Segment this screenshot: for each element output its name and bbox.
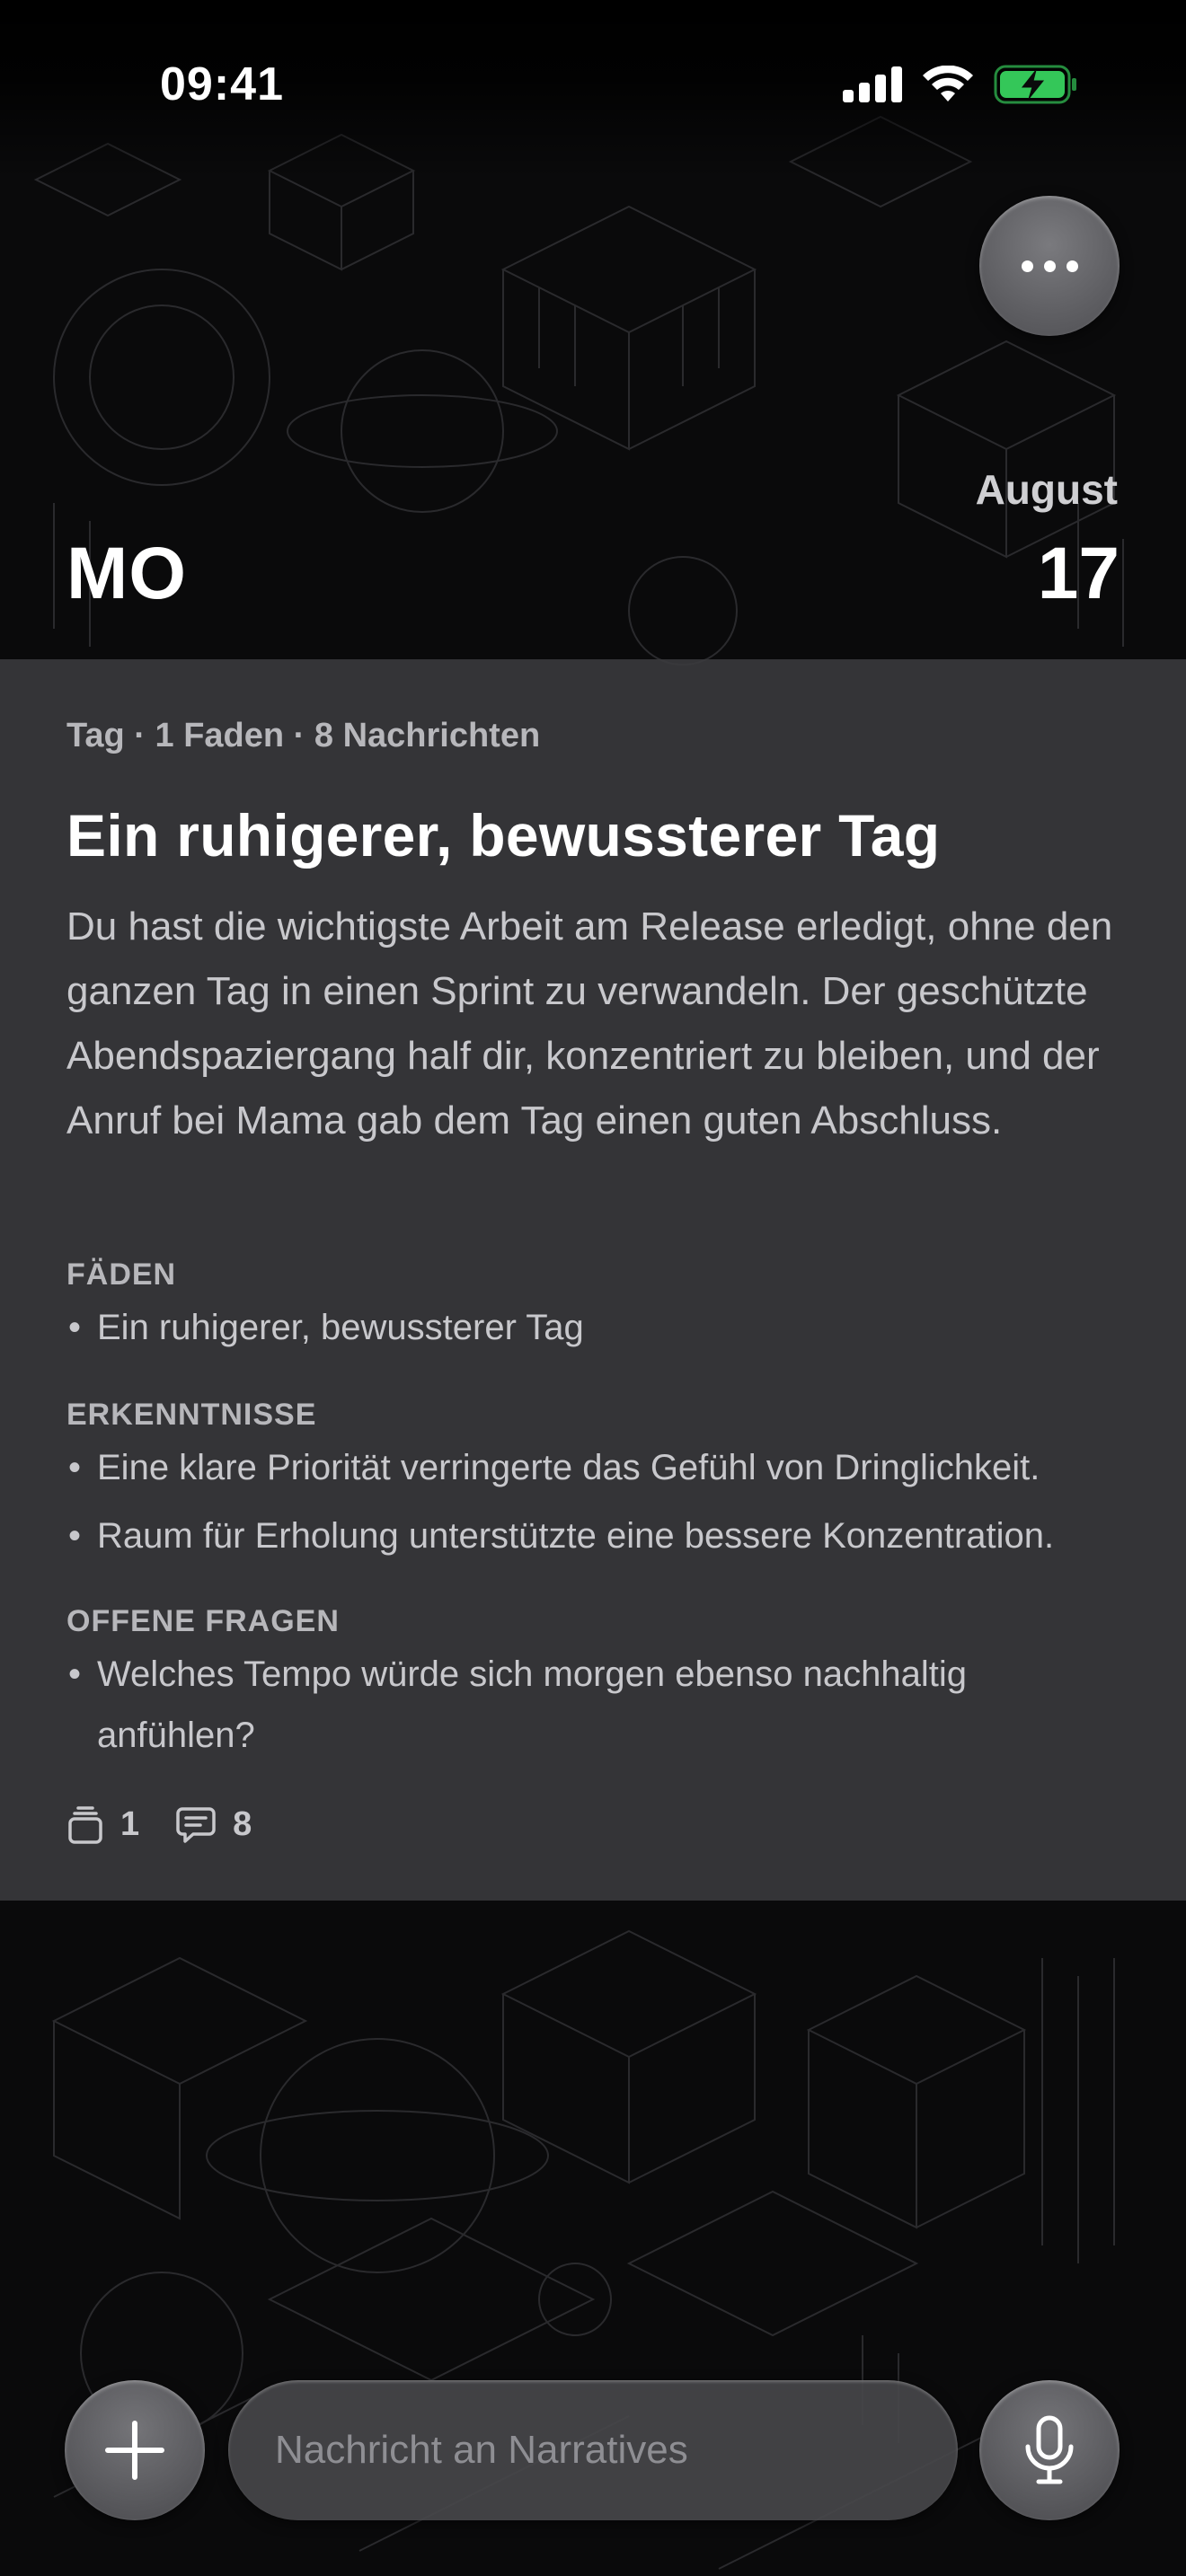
- microphone-icon: [1025, 2415, 1074, 2484]
- stack-icon: [68, 1805, 102, 1844]
- message-count: 8: [233, 1805, 252, 1843]
- month-label: August: [975, 466, 1118, 513]
- summary-counts: 1 8: [66, 1805, 271, 1844]
- message-input[interactable]: [228, 2380, 958, 2520]
- weekday-label: MO: [66, 533, 188, 614]
- status-time: 09:41: [160, 58, 284, 110]
- section-heading-threads: FÄDEN: [66, 1257, 177, 1292]
- summary-title: Ein ruhigerer, bewussterer Tag: [66, 802, 941, 869]
- microphone-button[interactable]: [979, 2380, 1120, 2520]
- day-number: 17: [1037, 533, 1120, 614]
- plus-icon: [105, 2421, 164, 2480]
- list-item: • Raum für Erholung unterstützte eine be…: [68, 1516, 1055, 1556]
- summary-meta: Tag · 1 Faden · 8 Nachrichten: [66, 717, 541, 754]
- section-heading-insights: ERKENNTNISSE: [66, 1398, 317, 1432]
- day-summary-card[interactable]: Tag · 1 Faden · 8 Nachrichten Ein ruhige…: [0, 659, 1186, 1901]
- chat-bubble-icon: [176, 1806, 216, 1843]
- wifi-icon: [923, 66, 973, 101]
- battery-charging-icon: [994, 65, 1076, 104]
- section-heading-open-questions: OFFENE FRAGEN: [66, 1604, 340, 1638]
- status-icons: [843, 65, 1078, 104]
- list-item: • Eine klare Priorität verringerte das G…: [68, 1448, 1040, 1487]
- add-button[interactable]: [65, 2380, 205, 2520]
- summary-body: Du hast die wichtigste Arbeit am Release…: [66, 904, 1113, 1142]
- list-item: • Welches Tempo würde sich morgen ebenso…: [68, 1654, 967, 1755]
- cellular-signal-icon: [843, 66, 902, 102]
- list-item: • Ein ruhigerer, bewussterer Tag: [68, 1308, 584, 1347]
- ellipsis-icon: [1021, 260, 1078, 272]
- thread-count: 1: [120, 1805, 140, 1843]
- more-options-button[interactable]: [979, 196, 1120, 336]
- status-bar: 09:41: [0, 0, 1186, 135]
